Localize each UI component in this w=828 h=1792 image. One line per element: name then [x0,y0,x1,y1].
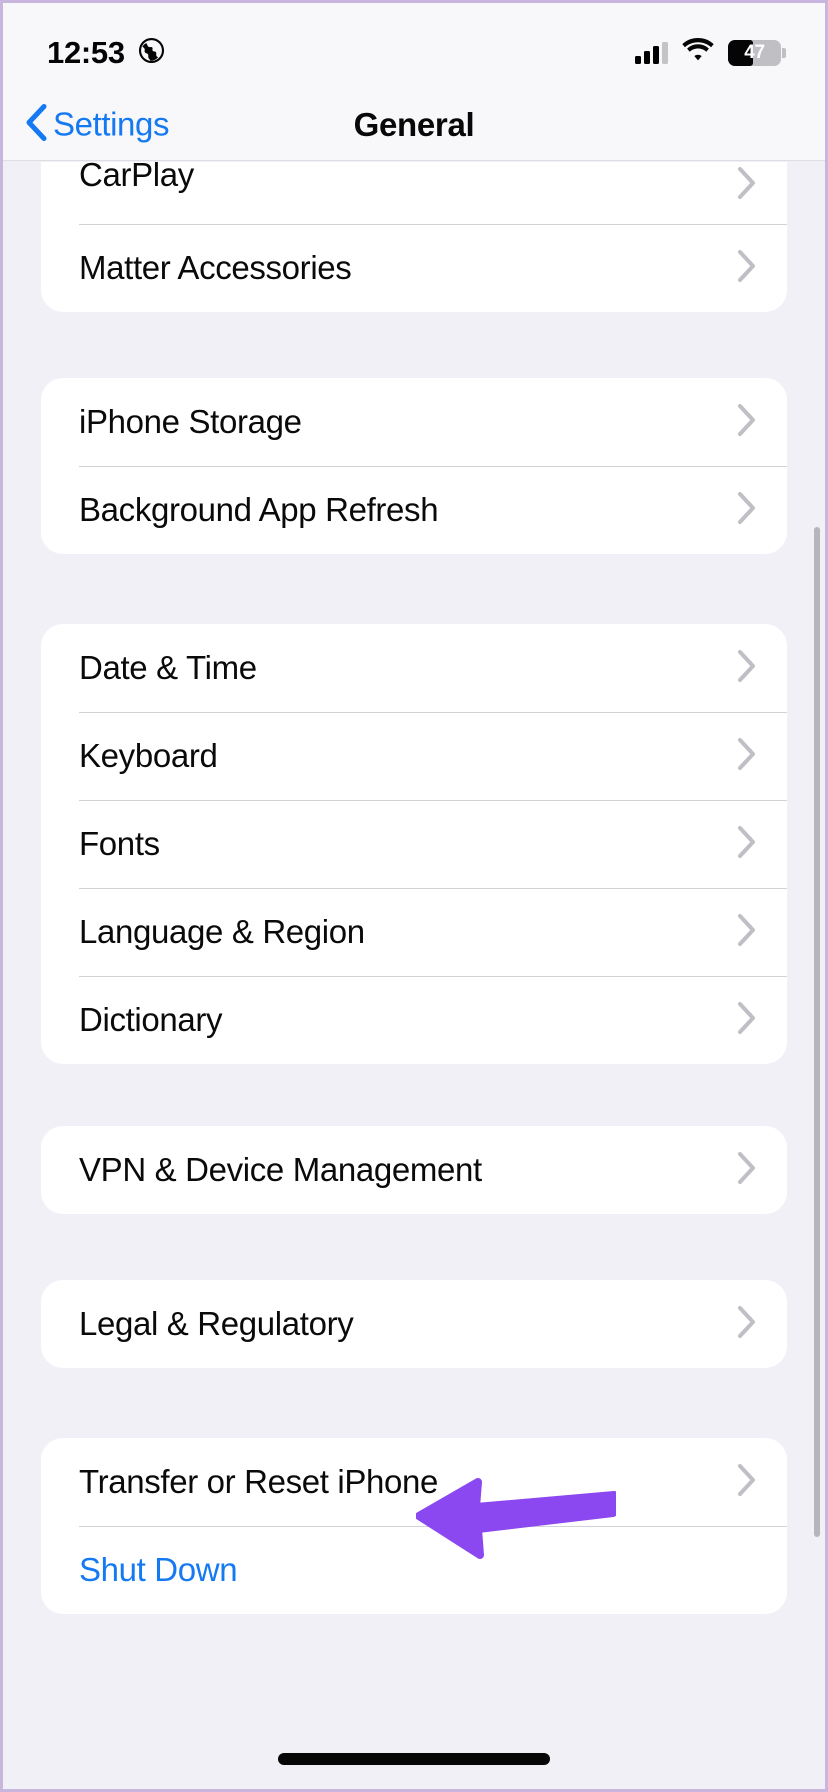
settings-row-label: iPhone Storage [79,403,302,440]
status-bar: 12:53 47 [3,3,825,89]
home-indicator-bar [278,1753,550,1765]
chevron-right-icon [737,649,757,688]
settings-row[interactable]: Language & Region [41,888,787,976]
wifi-icon [681,38,715,68]
chevron-right-icon [737,913,757,952]
settings-list[interactable]: CarPlay Matter Accessories iPhone Storage B… [3,162,825,1789]
chevron-right-icon [737,249,757,288]
group-gap [3,1064,825,1126]
chevron-right-icon [737,1305,757,1344]
settings-row[interactable]: Dictionary [41,976,787,1064]
chevron-right-icon [737,403,757,442]
group-gap [3,1368,825,1438]
group-gap [3,312,825,378]
settings-row-label: Legal & Regulatory [79,1305,354,1342]
settings-row[interactable]: Keyboard [41,712,787,800]
settings-row[interactable]: Background App Refresh [41,466,787,554]
battery-percent-label: 47 [744,42,765,63]
legal-group: Legal & Regulatory [41,1280,787,1368]
settings-row[interactable]: VPN & Device Management [41,1126,787,1214]
chevron-right-icon [737,737,757,776]
chevron-right-icon [737,491,757,530]
chevron-right-icon [737,1463,757,1502]
chevron-right-icon [737,166,757,205]
localization-group: Date & Time Keyboard Fonts Language & Regio… [41,624,787,1064]
settings-row-label: Fonts [79,825,160,862]
phone-screen: 12:53 47 Settings General CarPlay Matter… [0,0,828,1792]
navigation-bar: Settings General [3,89,825,161]
cellular-bars-icon [635,42,668,64]
status-bar-right: 47 [635,38,786,68]
settings-row[interactable]: Transfer or Reset iPhone [41,1438,787,1526]
settings-row-label: Matter Accessories [79,249,352,286]
settings-row-label: Shut Down [79,1551,238,1588]
chevron-right-icon [737,1001,757,1040]
settings-row-label: Language & Region [79,913,365,950]
storage-group: iPhone Storage Background App Refresh [41,378,787,554]
status-time: 12:53 [47,35,125,70]
page-title: General [353,105,475,143]
settings-row[interactable]: iPhone Storage [41,378,787,466]
group-gap [3,1214,825,1280]
settings-row-label: Dictionary [79,1001,223,1038]
settings-row-label: Background App Refresh [79,491,439,528]
accessories-group: CarPlay Matter Accessories [41,162,787,312]
chevron-right-icon [737,825,757,864]
reset-group: Transfer or Reset iPhone Shut Down [41,1438,787,1614]
status-bar-left: 12:53 [47,35,165,71]
vpn-group: VPN & Device Management [41,1126,787,1214]
battery-icon: 47 [728,40,786,66]
settings-row[interactable]: CarPlay [41,162,787,224]
settings-row[interactable]: Legal & Regulatory [41,1280,787,1368]
globe-icon [138,37,165,69]
vertical-scroll-indicator[interactable] [814,527,820,1537]
settings-row-label: Keyboard [79,737,218,774]
chevron-right-icon [737,1151,757,1190]
settings-row-label: Date & Time [79,649,257,686]
settings-row-label: CarPlay [79,162,194,193]
settings-row[interactable]: Fonts [41,800,787,888]
battery-cap [782,48,786,58]
settings-row-label: Transfer or Reset iPhone [79,1463,439,1500]
group-gap [3,554,825,624]
settings-row[interactable]: Date & Time [41,624,787,712]
settings-row[interactable]: Matter Accessories [41,224,787,312]
settings-row[interactable]: Shut Down [41,1526,787,1614]
settings-row-label: VPN & Device Management [79,1151,482,1188]
